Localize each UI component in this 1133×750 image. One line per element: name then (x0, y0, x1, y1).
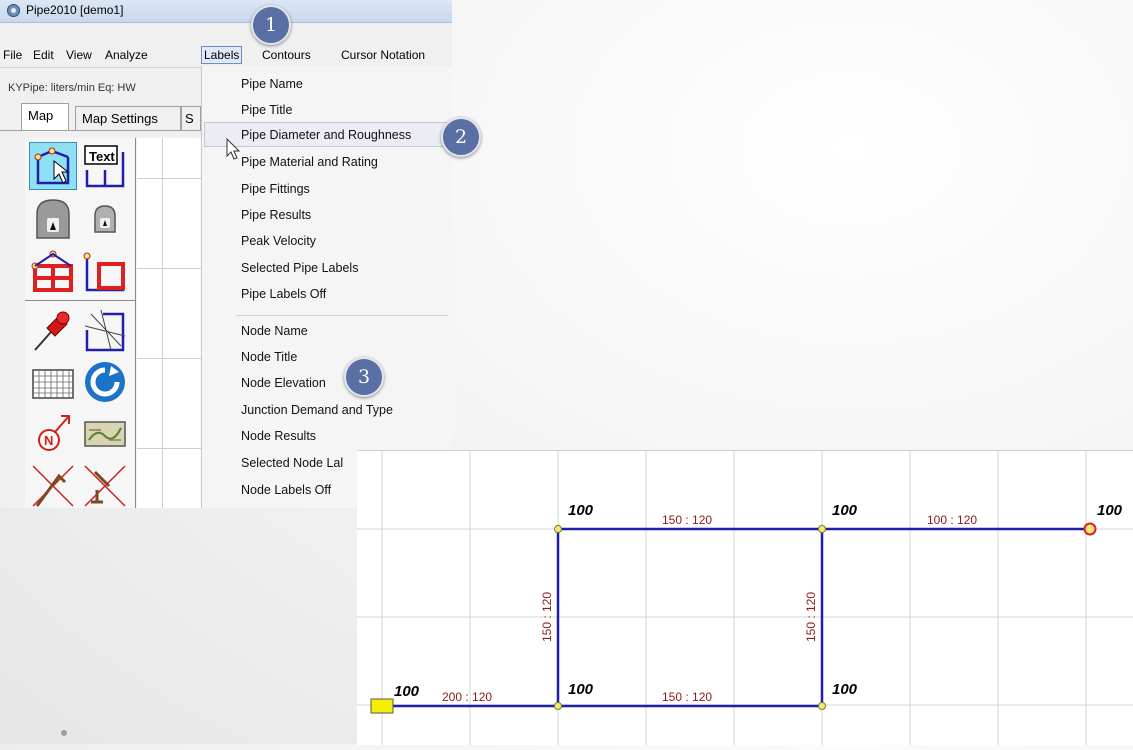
menu-item-node-title[interactable]: Node Title (241, 350, 297, 364)
junction-node[interactable] (554, 702, 562, 710)
pipe-label: 150 : 120 (540, 592, 554, 642)
node-label: 100 (832, 681, 858, 698)
tab-s[interactable]: S (181, 106, 201, 130)
table-icon (32, 369, 74, 399)
node-label: 100 (568, 681, 594, 698)
labels-dropdown-menu: Pipe Name Pipe Title Pipe Diameter and R… (201, 66, 452, 508)
junction-node[interactable] (818, 702, 826, 710)
tool-north-arrow[interactable]: N (29, 410, 77, 458)
tank-node[interactable] (1083, 522, 1097, 536)
tool-select-draw[interactable] (29, 142, 77, 190)
tool-text[interactable]: Text (81, 142, 129, 190)
menu-item-pipe-results[interactable]: Pipe Results (241, 208, 311, 222)
node-label: 100 (1097, 502, 1123, 519)
menu-item-pipe-fittings[interactable]: Pipe Fittings (241, 182, 310, 196)
window-title: Pipe2010 [demo1] (26, 3, 124, 17)
node-label: 100 (832, 502, 858, 519)
menu-item-selected-node-labels[interactable]: Selected Node Lal (241, 456, 343, 470)
network-map-svg: 100 100 100 100 100 100 150 : 120 100 : … (357, 451, 1133, 745)
network-box-icon (83, 252, 125, 292)
menu-item-pipe-labels-off[interactable]: Pipe Labels Off (241, 287, 326, 301)
menu-file[interactable]: File (3, 48, 22, 62)
menu-labels[interactable]: Labels (201, 46, 243, 64)
tab-map-settings[interactable]: Map Settings (75, 106, 181, 130)
junction-node[interactable] (818, 525, 826, 533)
menu-item-pipe-material-rating[interactable]: Pipe Material and Rating (241, 155, 378, 169)
callout-1: 1 (251, 5, 291, 45)
callout-2: 2 (441, 117, 481, 157)
node-label: 100 (568, 502, 594, 519)
node-label: 100 (394, 683, 420, 700)
tool-network-red[interactable] (29, 246, 77, 294)
pushpin-icon (34, 311, 70, 351)
pipe-label: 150 : 120 (662, 690, 712, 704)
svg-text:N: N (44, 433, 53, 448)
web-network-icon (84, 309, 126, 352)
lock-large-icon (36, 199, 70, 239)
delete-node-icon (84, 465, 126, 507)
menu-item-pipe-title[interactable]: Pipe Title (241, 103, 292, 117)
delete-pipe-icon (32, 465, 74, 507)
slide-bullet (61, 730, 67, 736)
menu-item-node-elevation[interactable]: Node Elevation (241, 376, 326, 390)
title-bar: Pipe2010 [demo1] (0, 0, 452, 23)
north-arrow-icon: N (38, 415, 70, 451)
junction-node[interactable] (554, 525, 562, 533)
menu-item-node-labels-off[interactable]: Node Labels Off (241, 483, 331, 497)
menu-item-node-name[interactable]: Node Name (241, 324, 308, 338)
menu-item-pipe-name[interactable]: Pipe Name (241, 77, 303, 91)
mouse-cursor-icon (226, 138, 241, 160)
tool-lock-small[interactable] (81, 194, 129, 242)
reservoir-node[interactable] (370, 698, 394, 714)
palette-divider (25, 300, 135, 301)
menu-bar: File Edit View Analyze Labels Contours C… (0, 45, 452, 68)
tool-table[interactable] (29, 358, 77, 406)
menu-item-node-results[interactable]: Node Results (241, 429, 316, 443)
app-icon (7, 4, 20, 17)
pipe-label: 100 : 120 (927, 513, 977, 527)
menu-item-junction-demand-type[interactable]: Junction Demand and Type (241, 403, 393, 417)
refresh-icon (85, 362, 125, 402)
menu-cursor-notation[interactable]: Cursor Notation (341, 48, 425, 62)
tool-lock-large[interactable] (29, 194, 77, 242)
callout-3: 3 (344, 357, 384, 397)
menu-view[interactable]: View (66, 48, 92, 62)
network-map-zoom[interactable]: 100 100 100 100 100 100 150 : 120 100 : … (357, 450, 1133, 745)
tab-map[interactable]: Map (21, 103, 69, 131)
tool-refresh[interactable] (81, 358, 129, 406)
menu-analyze[interactable]: Analyze (105, 48, 148, 62)
menu-contours[interactable]: Contours (262, 48, 311, 62)
menu-separator (236, 315, 448, 316)
select-network-icon (34, 147, 70, 185)
app-window: Pipe2010 [demo1] File Edit View Analyze … (0, 0, 452, 508)
menu-item-selected-pipe-labels[interactable]: Selected Pipe Labels (241, 261, 358, 275)
menu-item-pipe-diameter-roughness[interactable]: Pipe Diameter and Roughness (241, 128, 411, 142)
menu-edit[interactable]: Edit (33, 48, 54, 62)
tool-background-map[interactable] (81, 410, 129, 458)
tool-palette: Text N (25, 138, 136, 508)
tool-delete-pipe[interactable] (29, 462, 77, 508)
tool-delete-node[interactable] (81, 462, 129, 508)
lock-small-icon (94, 205, 116, 233)
network-red-icon (31, 250, 73, 292)
map-image-icon (84, 421, 126, 447)
tool-pushpin[interactable] (29, 306, 77, 354)
pipe-label: 150 : 120 (662, 513, 712, 527)
tool-network-box[interactable] (81, 246, 129, 294)
tool-grid-network[interactable] (81, 306, 129, 354)
text-tool-label: Text (89, 149, 115, 164)
status-text: KYPipe: liters/min Eq: HW (8, 82, 136, 94)
menu-item-peak-velocity[interactable]: Peak Velocity (241, 234, 316, 248)
pipe-label: 200 : 120 (442, 690, 492, 704)
pipe-label: 150 : 120 (804, 592, 818, 642)
